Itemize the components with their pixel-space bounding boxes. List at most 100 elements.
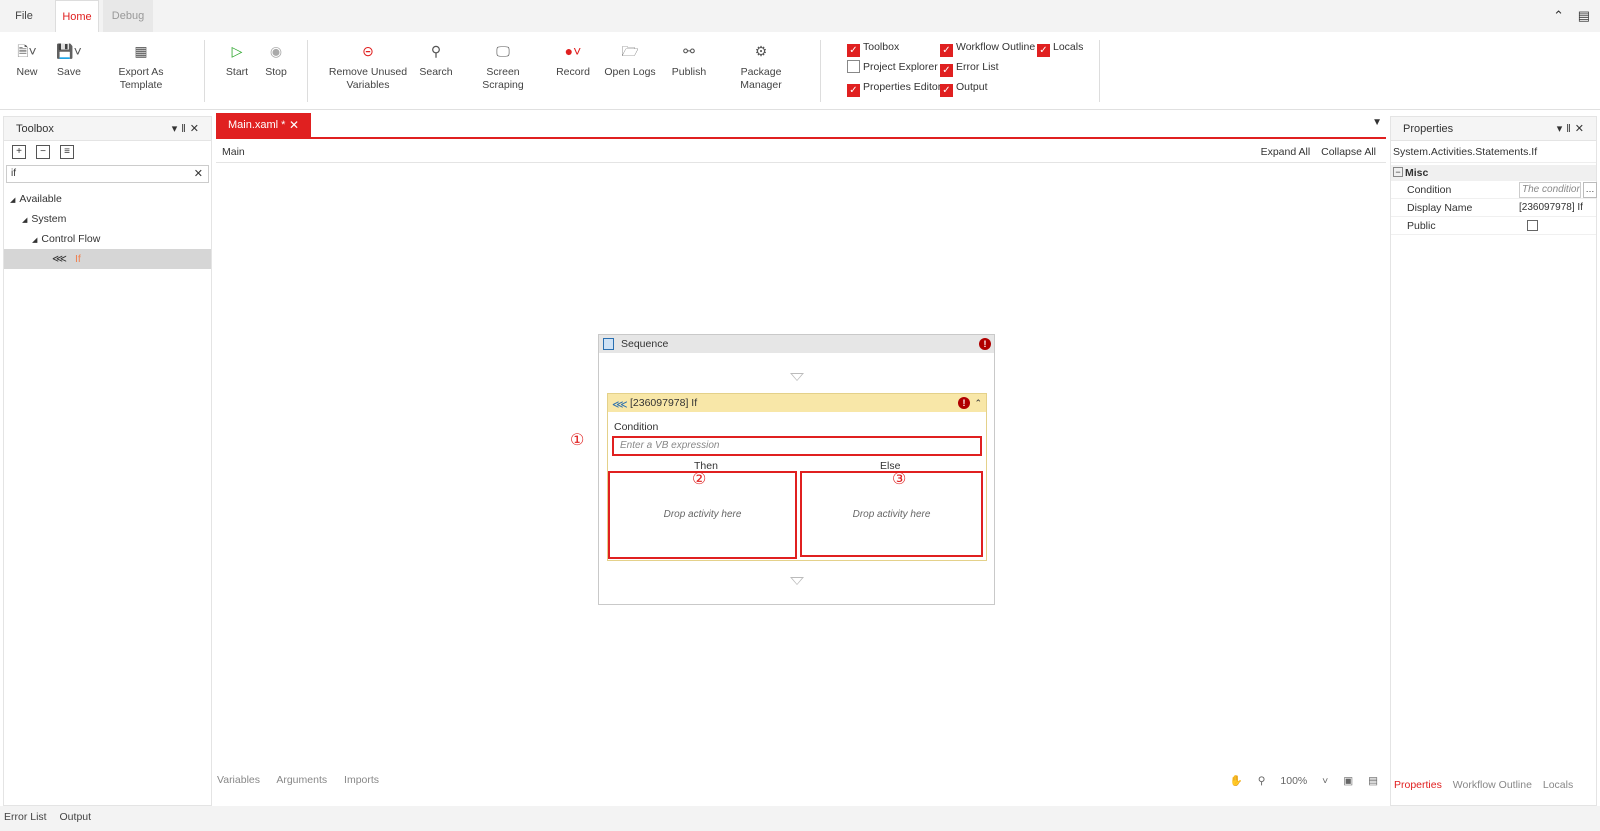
list-view-icon[interactable]: ≡ (60, 145, 74, 159)
start-label: Start (225, 66, 249, 78)
record-button[interactable]: ●˅ Record (555, 40, 591, 79)
remove-unused-label-2: Variables (346, 79, 390, 91)
export-template-label: Export As Template (118, 66, 164, 91)
public-checkbox[interactable] (1527, 220, 1538, 231)
imports-tab[interactable]: Imports (344, 774, 379, 786)
annotation-marker-3: ③ (892, 471, 907, 488)
overview-map-icon[interactable]: ▤ (1368, 775, 1378, 787)
error-list-checkbox[interactable]: ✓ Error List (940, 60, 999, 77)
collapse-group-icon[interactable]: − (1393, 167, 1403, 177)
start-button[interactable]: ▷ Start (222, 40, 252, 79)
variables-tab[interactable]: Variables (217, 774, 260, 786)
tree-item-control-flow[interactable]: ◢ Control Flow (4, 229, 211, 249)
properties-editor-checkbox[interactable]: ✓ Properties Editor (847, 80, 941, 97)
condition-input[interactable]: Enter a VB expression (612, 436, 982, 456)
play-icon: ▷ (231, 43, 243, 59)
collapse-all-icon[interactable]: − (36, 145, 50, 159)
tree-item-system[interactable]: ◢ System (4, 209, 211, 229)
collapse-ribbon-icon[interactable]: ⌃ (1553, 8, 1564, 23)
new-button[interactable]: 🗎˅ New (12, 40, 42, 79)
search-icon: ⚲ (430, 43, 442, 59)
if-activity-icon: ⋘ (52, 253, 67, 265)
drop-else-text: Drop activity here (852, 509, 931, 520)
publish-button[interactable]: ⚯ Publish (669, 40, 709, 79)
group-label: Misc (1405, 167, 1429, 179)
ellipsis-button[interactable]: … (1583, 182, 1597, 198)
close-icon[interactable]: ✕ (1575, 123, 1588, 135)
output-checkbox[interactable]: ✓ Output (940, 80, 988, 97)
close-icon[interactable]: ✕ (190, 123, 203, 135)
tab-error-list[interactable]: Error List (4, 811, 47, 823)
locals-check-label: Locals (1053, 41, 1084, 53)
hand-pan-icon[interactable]: ✋ (1230, 775, 1243, 787)
locals-checkbox[interactable]: ✓ Locals (1037, 40, 1084, 57)
tab-debug[interactable]: Debug (103, 0, 153, 32)
open-logs-button[interactable]: 🗁 Open Logs (604, 40, 656, 79)
right-panel-tabs: Properties Workflow Outline Locals (1394, 779, 1581, 791)
save-button[interactable]: 💾˅ Save (54, 40, 84, 79)
export-template-button[interactable]: ▦ Export As Template (96, 40, 186, 92)
collapse-all-link[interactable]: Collapse All (1321, 146, 1376, 158)
checkbox-checked-icon: ✓ (847, 44, 860, 57)
drop-arrow-icon[interactable] (790, 577, 804, 585)
close-tab-icon[interactable]: ✕ (289, 113, 299, 137)
pin-icon[interactable]: ‖ (1566, 123, 1575, 135)
error-list-check-label: Error List (956, 61, 999, 73)
dropdown-icon[interactable]: ▾ (172, 123, 182, 135)
ribbon: 🗎˅ New 💾˅ Save ▦ Export As Template ▷ St… (0, 32, 1600, 110)
export-template-icon: ▦ (134, 43, 148, 59)
tree-item-available[interactable]: ◢ Available (4, 189, 211, 209)
zoom-dropdown-icon[interactable]: ˅ (1322, 775, 1328, 787)
display-name-input[interactable]: [236097978] If (1519, 199, 1595, 217)
zoom-icon[interactable]: ⚲ (1258, 775, 1266, 787)
expand-all-icon[interactable]: + (12, 145, 26, 159)
screen-scraping-icon: 🖵 (496, 43, 510, 59)
tab-home[interactable]: Home (55, 0, 99, 32)
screen-scraping-button[interactable]: 🖵 Screen Scraping (466, 40, 540, 92)
new-label: New (16, 66, 38, 78)
tab-output[interactable]: Output (60, 811, 92, 823)
property-group-misc[interactable]: − Misc (1391, 165, 1596, 181)
sequence-title: Sequence (621, 338, 669, 350)
toolbox-checkbox[interactable]: ✓ Toolbox (847, 40, 899, 57)
breadcrumb[interactable]: Main (222, 146, 245, 158)
workflow-outline-check-label: Workflow Outline (956, 41, 1036, 53)
collapse-chevron-icon[interactable]: ⌃ (974, 394, 982, 412)
drop-arrow-icon[interactable] (790, 373, 804, 381)
if-activity[interactable]: ⋘ [236097978] If ! ⌃ Condition Enter a V… (607, 393, 987, 561)
dropdown-icon[interactable]: ▾ (1557, 123, 1567, 135)
condition-property-input[interactable]: The condition (1519, 182, 1581, 198)
pin-icon[interactable]: ‖ (181, 123, 190, 135)
tab-file[interactable]: File (0, 0, 48, 32)
designer-bottom-bar: Variables Arguments Imports ✋ ⚲ 100% ˅ ▣… (216, 772, 1386, 790)
if-header[interactable]: ⋘ [236097978] If ! ⌃ (608, 394, 986, 412)
arguments-tab[interactable]: Arguments (276, 774, 327, 786)
tree-item-if[interactable]: ⋘ If (4, 249, 211, 269)
tab-main-xaml[interactable]: Main.xaml * ✕ (216, 113, 311, 137)
tab-locals[interactable]: Locals (1543, 779, 1573, 791)
search-button[interactable]: ⚲ Search (418, 40, 454, 79)
tab-properties[interactable]: Properties (1394, 779, 1442, 791)
stop-button[interactable]: ◉ Stop (261, 40, 291, 79)
sequence-activity[interactable]: Sequence ! ⋘ [236097978] If ! ⌃ Conditio… (598, 334, 995, 605)
designer-canvas[interactable]: Sequence ! ⋘ [236097978] If ! ⌃ Conditio… (216, 164, 1386, 784)
expand-all-link[interactable]: Expand All (1261, 146, 1311, 158)
remove-unused-variables-button[interactable]: ⊝ Remove Unused Variables (328, 40, 408, 92)
toolbox-search-input[interactable]: if ✕ (6, 165, 209, 183)
project-explorer-checkbox[interactable]: Project Explorer (847, 60, 938, 76)
expand-triangle-icon[interactable]: ◢ (22, 211, 27, 231)
sequence-header[interactable]: Sequence ! (599, 335, 994, 353)
workflow-outline-checkbox[interactable]: ✓ Workflow Outline (940, 40, 1036, 57)
expand-triangle-icon[interactable]: ◢ (10, 191, 15, 211)
checkbox-checked-icon: ✓ (940, 84, 953, 97)
clear-search-icon[interactable]: ✕ (194, 166, 203, 182)
tab-workflow-outline[interactable]: Workflow Outline (1453, 779, 1532, 791)
zoom-level[interactable]: 100% (1280, 775, 1307, 787)
document-menu-icon[interactable]: ▼ (1372, 117, 1382, 128)
feedback-icon[interactable]: ▤ (1578, 8, 1590, 23)
package-manager-button[interactable]: ⚙ Package Manager (720, 40, 802, 92)
fit-to-screen-icon[interactable]: ▣ (1343, 775, 1353, 787)
expand-triangle-icon[interactable]: ◢ (32, 231, 37, 251)
tree-label: Control Flow (41, 233, 101, 245)
checkbox-checked-icon: ✓ (940, 64, 953, 77)
